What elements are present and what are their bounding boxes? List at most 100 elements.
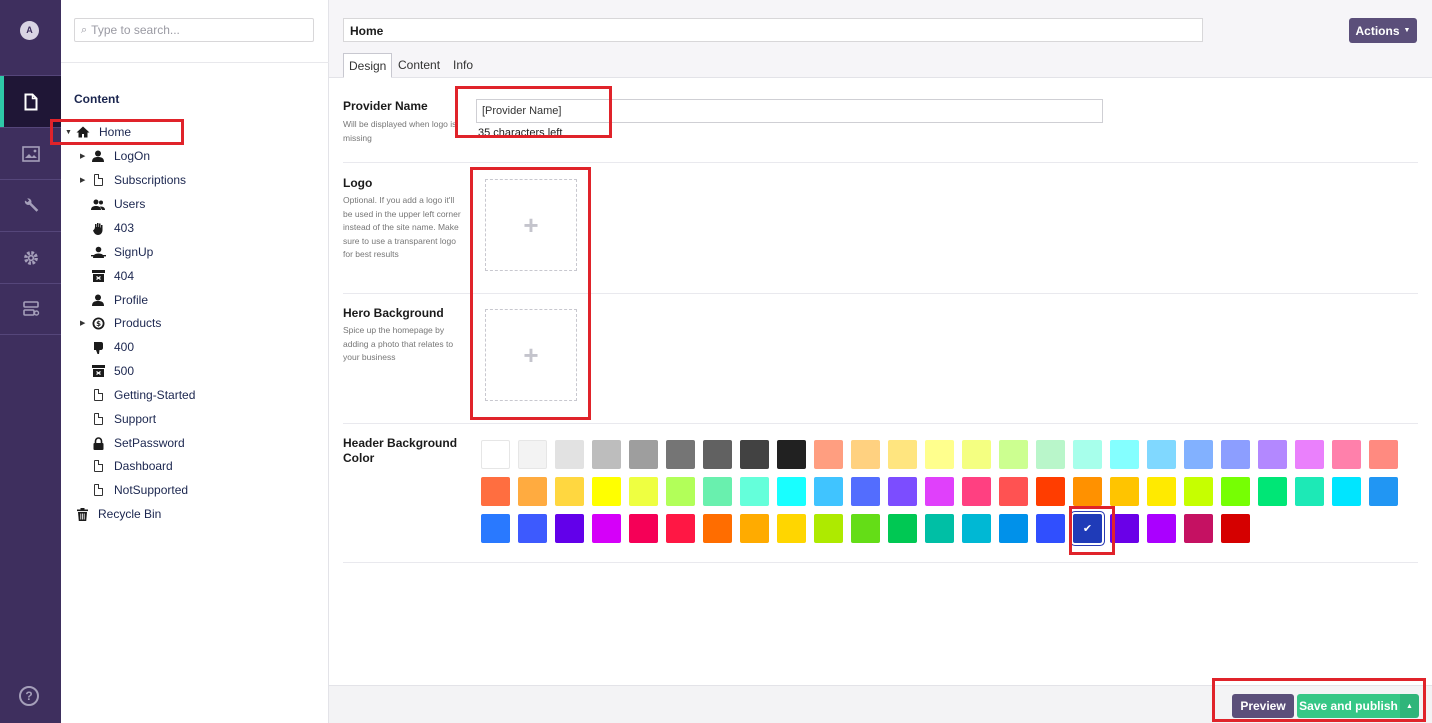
color-swatch[interactable] bbox=[962, 477, 991, 506]
color-swatch[interactable] bbox=[1184, 440, 1213, 469]
color-swatch[interactable] bbox=[481, 514, 510, 543]
color-swatch[interactable] bbox=[518, 440, 547, 469]
color-swatch[interactable] bbox=[592, 440, 621, 469]
color-swatch[interactable] bbox=[1073, 440, 1102, 469]
expand-caret-icon[interactable]: ▶ bbox=[80, 319, 90, 327]
color-swatch[interactable] bbox=[703, 477, 732, 506]
color-swatch[interactable] bbox=[555, 440, 584, 469]
color-swatch[interactable] bbox=[629, 440, 658, 469]
tree-node-logon[interactable]: ▶ LogOn bbox=[80, 146, 150, 166]
color-swatch[interactable] bbox=[888, 440, 917, 469]
color-swatch[interactable] bbox=[925, 477, 954, 506]
tree-node-support[interactable]: Support bbox=[90, 409, 156, 429]
color-swatch[interactable] bbox=[999, 477, 1028, 506]
tree-node-profile[interactable]: Profile bbox=[90, 290, 148, 310]
node-name-input[interactable]: Home bbox=[343, 18, 1203, 42]
color-swatch[interactable] bbox=[1110, 440, 1139, 469]
color-swatch[interactable] bbox=[1184, 514, 1213, 543]
color-swatch[interactable] bbox=[1295, 477, 1324, 506]
tree-node-getting-started[interactable]: Getting-Started bbox=[90, 385, 195, 405]
color-swatch[interactable] bbox=[814, 514, 843, 543]
color-swatch[interactable] bbox=[518, 477, 547, 506]
color-swatch[interactable] bbox=[851, 440, 880, 469]
color-swatch[interactable] bbox=[1332, 440, 1361, 469]
color-swatch[interactable] bbox=[703, 514, 732, 543]
color-swatch[interactable] bbox=[1221, 477, 1250, 506]
color-swatch[interactable] bbox=[851, 477, 880, 506]
tree-node-400[interactable]: 400 bbox=[90, 337, 134, 357]
color-swatch[interactable] bbox=[740, 514, 769, 543]
color-swatch[interactable] bbox=[777, 440, 806, 469]
color-swatch[interactable] bbox=[999, 440, 1028, 469]
color-swatch[interactable] bbox=[1110, 477, 1139, 506]
tree-node-404[interactable]: 404 bbox=[90, 266, 134, 286]
color-swatch[interactable] bbox=[999, 514, 1028, 543]
color-swatch[interactable] bbox=[666, 477, 695, 506]
color-swatch[interactable] bbox=[1036, 514, 1065, 543]
color-swatch[interactable] bbox=[1221, 440, 1250, 469]
expand-caret-icon[interactable]: ▶ bbox=[80, 152, 90, 160]
tree-node-500[interactable]: 500 bbox=[90, 361, 134, 381]
tab-info[interactable]: Info bbox=[448, 53, 478, 78]
tree-node-setpassword[interactable]: SetPassword bbox=[90, 433, 185, 453]
color-swatch[interactable] bbox=[1036, 440, 1065, 469]
tree-node-products[interactable]: ▶ $ Products bbox=[80, 313, 161, 333]
tree-node-users[interactable]: Users bbox=[90, 194, 145, 214]
color-swatch[interactable] bbox=[1147, 477, 1176, 506]
color-swatch[interactable] bbox=[555, 514, 584, 543]
color-swatch[interactable] bbox=[666, 440, 695, 469]
color-swatch[interactable] bbox=[703, 440, 732, 469]
color-swatch[interactable] bbox=[777, 514, 806, 543]
color-swatch[interactable] bbox=[592, 477, 621, 506]
color-swatch[interactable] bbox=[629, 514, 658, 543]
color-swatch[interactable] bbox=[1369, 477, 1398, 506]
color-swatch[interactable] bbox=[1258, 440, 1287, 469]
expand-caret-icon[interactable]: ▶ bbox=[80, 176, 90, 184]
color-swatch[interactable] bbox=[740, 440, 769, 469]
color-swatch[interactable] bbox=[592, 514, 621, 543]
color-swatch[interactable] bbox=[1147, 514, 1176, 543]
tree-node-dashboard[interactable]: Dashboard bbox=[90, 456, 173, 476]
color-swatch[interactable] bbox=[1073, 477, 1102, 506]
color-swatch[interactable] bbox=[666, 514, 695, 543]
color-swatch[interactable] bbox=[962, 514, 991, 543]
actions-dropdown-button[interactable]: Actions ▼ bbox=[1349, 18, 1417, 43]
color-swatch[interactable] bbox=[925, 514, 954, 543]
tree-node-403[interactable]: 403 bbox=[90, 218, 134, 238]
color-swatch[interactable] bbox=[481, 440, 510, 469]
color-swatch[interactable] bbox=[1184, 477, 1213, 506]
color-swatch[interactable] bbox=[1369, 440, 1398, 469]
color-swatch[interactable] bbox=[1332, 477, 1361, 506]
tree-node-signup[interactable]: SignUp bbox=[90, 242, 153, 262]
color-swatch[interactable] bbox=[1147, 440, 1176, 469]
color-swatch[interactable] bbox=[1258, 477, 1287, 506]
color-swatch[interactable] bbox=[925, 440, 954, 469]
tree-node-subscriptions[interactable]: ▶ Subscriptions bbox=[80, 170, 186, 190]
tree-node-recycle-bin[interactable]: Recycle Bin bbox=[74, 504, 161, 524]
settings-section-button[interactable] bbox=[0, 179, 61, 231]
developer-section-button[interactable] bbox=[0, 231, 61, 283]
color-swatch[interactable] bbox=[814, 477, 843, 506]
color-swatch[interactable] bbox=[518, 514, 547, 543]
color-swatch[interactable] bbox=[1036, 477, 1065, 506]
color-swatch[interactable] bbox=[814, 440, 843, 469]
help-button[interactable]: ? bbox=[19, 686, 39, 706]
color-swatch[interactable] bbox=[555, 477, 584, 506]
users-icon bbox=[90, 197, 106, 211]
color-swatch[interactable] bbox=[777, 477, 806, 506]
color-swatch[interactable] bbox=[851, 514, 880, 543]
color-swatch[interactable] bbox=[740, 477, 769, 506]
tab-content[interactable]: Content bbox=[393, 53, 445, 78]
tree-search-input[interactable]: ⌕ Type to search... bbox=[74, 18, 314, 42]
color-swatch[interactable] bbox=[1221, 514, 1250, 543]
forms-section-button[interactable] bbox=[0, 283, 61, 335]
user-avatar[interactable]: A bbox=[20, 21, 39, 40]
color-swatch[interactable] bbox=[962, 440, 991, 469]
color-swatch[interactable] bbox=[1295, 440, 1324, 469]
tab-design[interactable]: Design bbox=[343, 53, 393, 78]
color-swatch[interactable] bbox=[888, 477, 917, 506]
color-swatch[interactable] bbox=[629, 477, 658, 506]
color-swatch[interactable] bbox=[888, 514, 917, 543]
tree-node-notsupported[interactable]: NotSupported bbox=[90, 480, 188, 500]
color-swatch[interactable] bbox=[481, 477, 510, 506]
